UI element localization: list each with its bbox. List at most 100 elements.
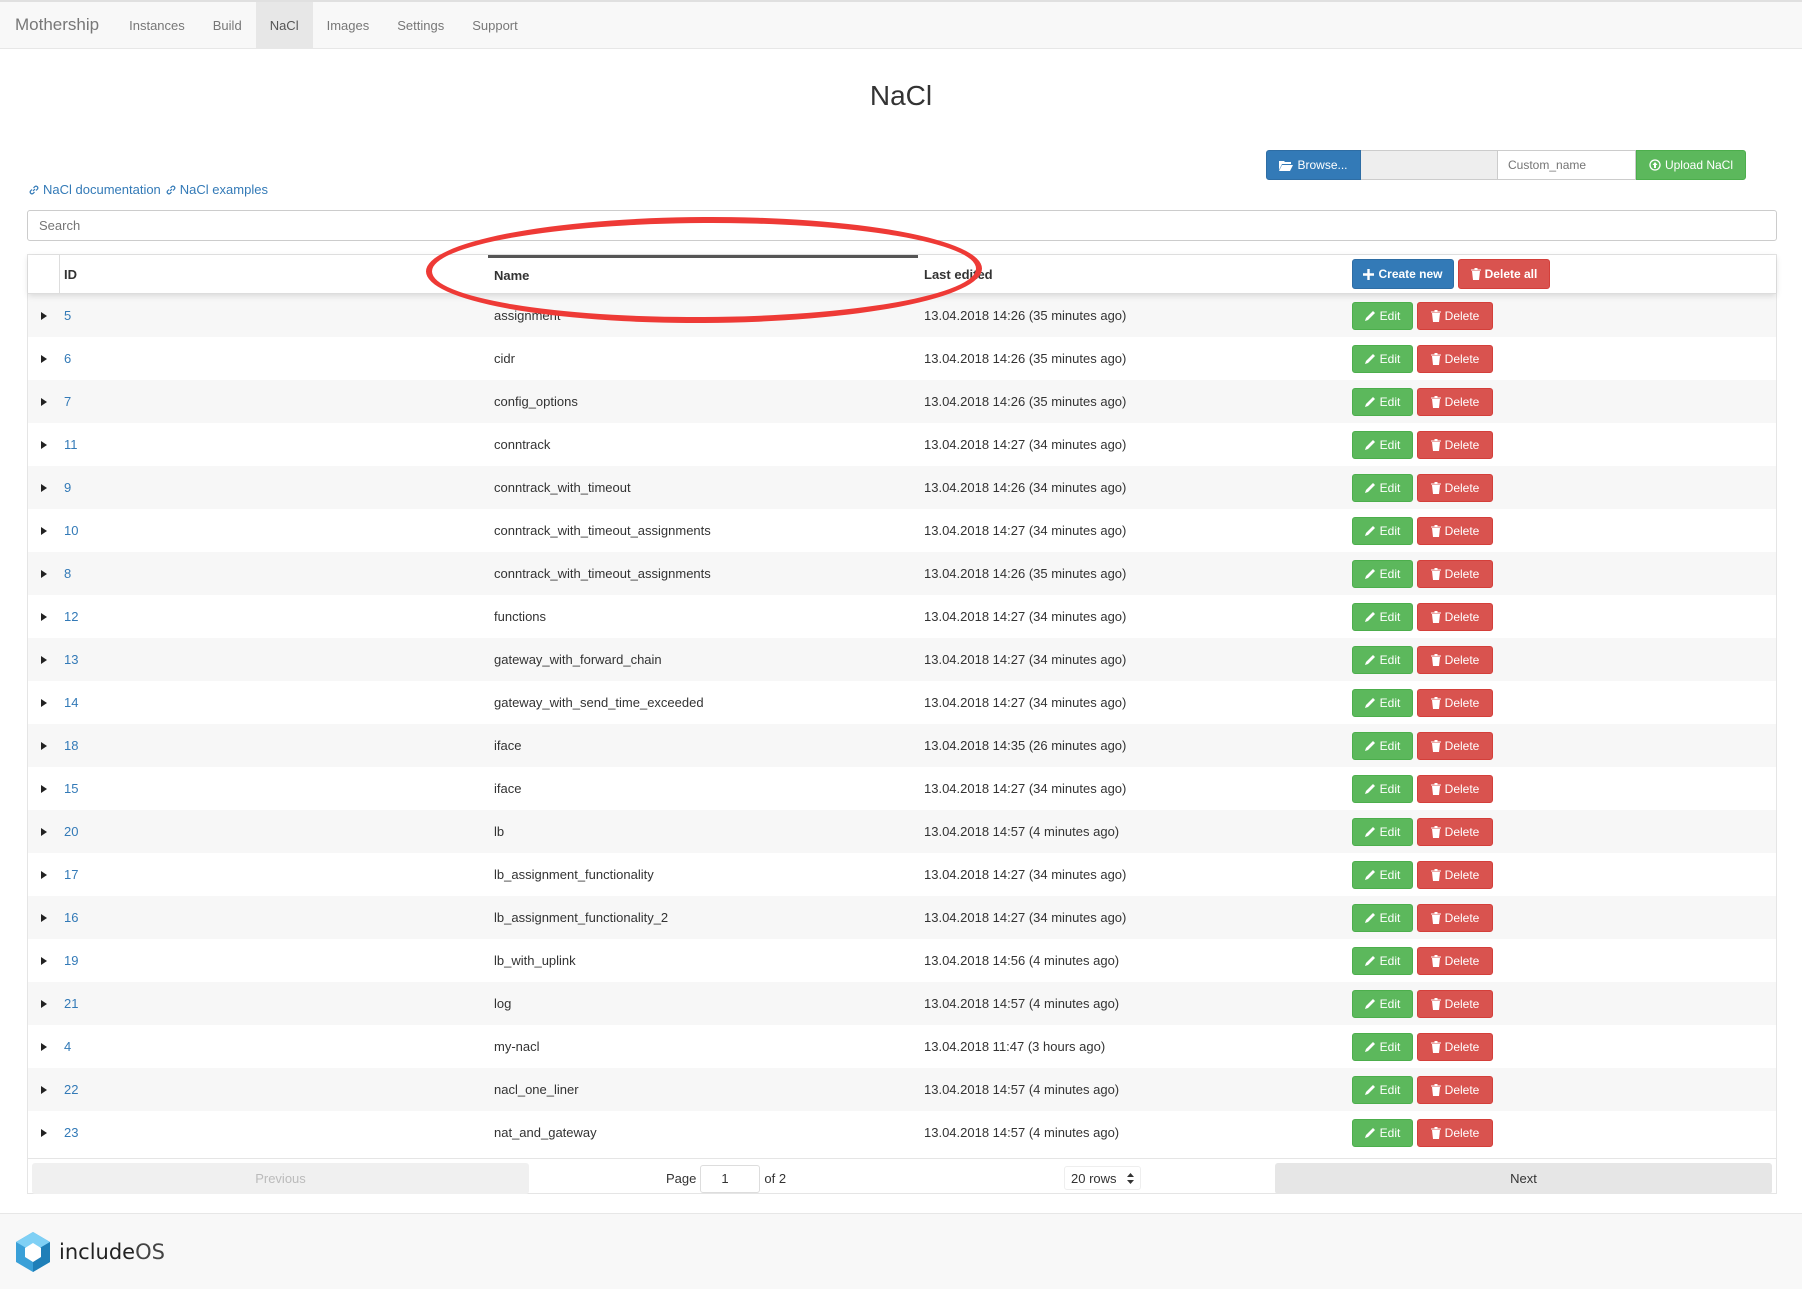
column-header-id[interactable]: ID: [59, 255, 488, 293]
brand-link[interactable]: Mothership: [0, 2, 115, 48]
row-id-link[interactable]: 18: [59, 738, 488, 753]
edit-button[interactable]: Edit: [1352, 516, 1413, 545]
row-expander[interactable]: [28, 423, 59, 466]
edit-button[interactable]: Edit: [1352, 344, 1413, 373]
nav-item-instances[interactable]: Instances: [115, 2, 199, 48]
row-expander[interactable]: [28, 724, 59, 767]
row-expander[interactable]: [28, 1068, 59, 1111]
row-id-link[interactable]: 12: [59, 609, 488, 624]
row-expander[interactable]: [28, 810, 59, 853]
row-expander[interactable]: [28, 1025, 59, 1068]
edit-button[interactable]: Edit: [1352, 387, 1413, 416]
custom-name-input[interactable]: [1498, 150, 1636, 180]
delete-button[interactable]: Delete: [1417, 1032, 1493, 1061]
delete-button[interactable]: Delete: [1417, 344, 1493, 373]
delete-button[interactable]: Delete: [1417, 602, 1493, 631]
row-expander[interactable]: [28, 896, 59, 939]
row-expander[interactable]: [28, 1111, 59, 1154]
row-id-link[interactable]: 17: [59, 867, 488, 882]
nacl-examples-link[interactable]: NaCl examples: [165, 182, 268, 197]
delete-button[interactable]: Delete: [1417, 860, 1493, 889]
next-page-button[interactable]: Next: [1275, 1163, 1772, 1194]
delete-button[interactable]: Delete: [1417, 430, 1493, 459]
row-id-link[interactable]: 21: [59, 996, 488, 1011]
nacl-documentation-link[interactable]: NaCl documentation: [28, 182, 161, 197]
edit-button[interactable]: Edit: [1352, 645, 1413, 674]
rows-per-page-select[interactable]: 20 rows: [1064, 1166, 1141, 1190]
delete-button[interactable]: Delete: [1417, 774, 1493, 803]
edit-button[interactable]: Edit: [1352, 559, 1413, 588]
edit-button[interactable]: Edit: [1352, 1075, 1413, 1104]
delete-button[interactable]: Delete: [1417, 473, 1493, 502]
edit-button[interactable]: Edit: [1352, 731, 1413, 760]
delete-button[interactable]: Delete: [1417, 559, 1493, 588]
edit-button[interactable]: Edit: [1352, 774, 1413, 803]
row-id-link[interactable]: 15: [59, 781, 488, 796]
row-expander[interactable]: [28, 337, 59, 380]
row-expander[interactable]: [28, 638, 59, 681]
edit-button[interactable]: Edit: [1352, 989, 1413, 1018]
nav-item-settings[interactable]: Settings: [383, 2, 458, 48]
edit-button[interactable]: Edit: [1352, 860, 1413, 889]
row-id-link[interactable]: 10: [59, 523, 488, 538]
delete-button[interactable]: Delete: [1417, 688, 1493, 717]
row-id-link[interactable]: 16: [59, 910, 488, 925]
delete-button[interactable]: Delete: [1417, 817, 1493, 846]
edit-button[interactable]: Edit: [1352, 688, 1413, 717]
row-id-link[interactable]: 11: [59, 437, 488, 452]
upload-nacl-button[interactable]: Upload NaCl: [1636, 150, 1746, 180]
edit-button[interactable]: Edit: [1352, 1032, 1413, 1061]
column-header-name[interactable]: Name: [488, 255, 918, 293]
edit-button[interactable]: Edit: [1352, 817, 1413, 846]
delete-button[interactable]: Delete: [1417, 645, 1493, 674]
row-id-link[interactable]: 4: [59, 1039, 488, 1054]
row-expander[interactable]: [28, 939, 59, 982]
edit-button[interactable]: Edit: [1352, 946, 1413, 975]
row-expander[interactable]: [28, 681, 59, 724]
page-number-input[interactable]: [700, 1164, 761, 1193]
edit-button[interactable]: Edit: [1352, 301, 1413, 330]
edit-button[interactable]: Edit: [1352, 430, 1413, 459]
nav-item-images[interactable]: Images: [313, 2, 384, 48]
row-expander[interactable]: [28, 767, 59, 810]
delete-button[interactable]: Delete: [1417, 731, 1493, 760]
delete-all-button[interactable]: Delete all: [1458, 259, 1550, 289]
row-expander[interactable]: [28, 380, 59, 423]
edit-button[interactable]: Edit: [1352, 903, 1413, 932]
row-id-link[interactable]: 22: [59, 1082, 488, 1097]
search-input[interactable]: [27, 210, 1777, 241]
previous-page-button[interactable]: Previous: [32, 1163, 529, 1194]
nav-item-build[interactable]: Build: [199, 2, 256, 48]
row-id-link[interactable]: 20: [59, 824, 488, 839]
browse-button[interactable]: Browse...: [1266, 150, 1361, 180]
delete-button[interactable]: Delete: [1417, 387, 1493, 416]
row-id-link[interactable]: 7: [59, 394, 488, 409]
delete-button[interactable]: Delete: [1417, 516, 1493, 545]
edit-button[interactable]: Edit: [1352, 602, 1413, 631]
row-expander[interactable]: [28, 294, 59, 337]
row-id-link[interactable]: 5: [59, 308, 488, 323]
create-new-button[interactable]: Create new: [1352, 259, 1454, 289]
delete-button[interactable]: Delete: [1417, 903, 1493, 932]
row-id-link[interactable]: 14: [59, 695, 488, 710]
row-id-link[interactable]: 6: [59, 351, 488, 366]
delete-button[interactable]: Delete: [1417, 1075, 1493, 1104]
delete-button[interactable]: Delete: [1417, 301, 1493, 330]
row-expander[interactable]: [28, 509, 59, 552]
nav-item-nacl[interactable]: NaCl: [255, 2, 313, 48]
delete-button[interactable]: Delete: [1417, 989, 1493, 1018]
row-expander[interactable]: [28, 552, 59, 595]
column-header-last-edited[interactable]: Last edited: [918, 255, 1348, 293]
delete-button[interactable]: Delete: [1417, 1118, 1493, 1147]
delete-button[interactable]: Delete: [1417, 946, 1493, 975]
nav-item-support[interactable]: Support: [458, 2, 532, 48]
edit-button[interactable]: Edit: [1352, 473, 1413, 502]
row-id-link[interactable]: 8: [59, 566, 488, 581]
row-expander[interactable]: [28, 982, 59, 1025]
edit-button[interactable]: Edit: [1352, 1118, 1413, 1147]
row-id-link[interactable]: 9: [59, 480, 488, 495]
row-id-link[interactable]: 23: [59, 1125, 488, 1140]
row-expander[interactable]: [28, 853, 59, 896]
row-expander[interactable]: [28, 466, 59, 509]
row-id-link[interactable]: 13: [59, 652, 488, 667]
